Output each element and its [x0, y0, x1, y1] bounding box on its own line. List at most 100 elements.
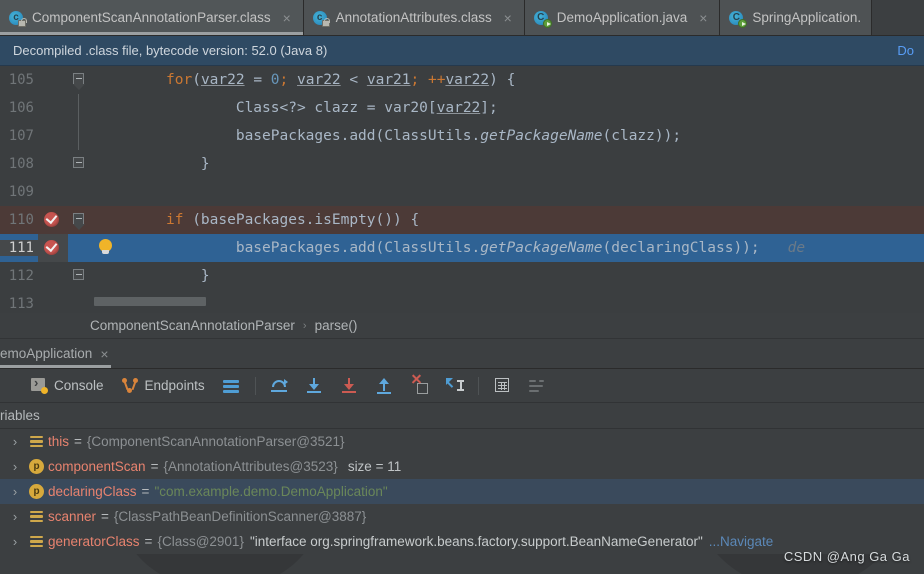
debug-session-tab[interactable]: emoApplication ×	[0, 339, 119, 368]
force-step-into-icon	[341, 377, 358, 394]
code-editor[interactable]: 105 for(var22 = 0; var22 < var21; ++var2…	[0, 66, 924, 313]
notification-message: Decompiled .class file, bytecode version…	[13, 43, 328, 58]
variable-value: {ComponentScanAnnotationParser@3521}	[86, 434, 345, 449]
evaluate-expression-button[interactable]	[485, 372, 520, 400]
variable-row[interactable]: › declaringClass = "com.example.demo.Dem…	[0, 479, 924, 504]
tab-close-icon[interactable]: ×	[502, 11, 514, 25]
equals-sign: =	[74, 434, 82, 449]
endpoints-button[interactable]: Endpoints	[113, 372, 214, 400]
frames-button[interactable]	[214, 372, 249, 400]
fold-collapse-icon[interactable]	[73, 73, 85, 90]
tab-close-icon[interactable]: ×	[697, 11, 709, 25]
breadcrumb[interactable]: ComponentScanAnnotationParser › parse()	[0, 313, 924, 339]
fold-gutter[interactable]	[68, 178, 90, 206]
intention-gutter	[90, 206, 122, 234]
intention-gutter	[90, 94, 122, 122]
variable-row[interactable]: › scanner = {ClassPathBeanDefinitionScan…	[0, 504, 924, 529]
editor-tab-label: SpringApplication.	[752, 10, 862, 25]
breakpoint-gutter[interactable]	[38, 150, 68, 178]
breakpoint-gutter[interactable]	[38, 178, 68, 206]
step-over-button[interactable]	[262, 372, 297, 400]
fold-gutter[interactable]	[68, 262, 90, 290]
code-line-111[interactable]: 111 basePackages.add(ClassUtils.getPacka…	[0, 234, 924, 262]
chevron-right-icon[interactable]: ›	[4, 434, 26, 449]
code-line-105[interactable]: 105 for(var22 = 0; var22 < var21; ++var2…	[0, 66, 924, 94]
breakpoint-gutter[interactable]	[38, 206, 68, 234]
run-to-cursor-button[interactable]	[437, 372, 472, 400]
variables-list[interactable]: › this = {ComponentScanAnnotationParser@…	[0, 429, 924, 554]
editor-tab-0[interactable]: ComponentScanAnnotationParser.class ×	[0, 0, 304, 35]
line-number: 107	[8, 128, 34, 144]
fold-gutter[interactable]	[68, 234, 90, 262]
code-line-112[interactable]: 112 }	[0, 262, 924, 290]
chevron-right-icon[interactable]: ›	[4, 534, 26, 549]
navigate-link[interactable]: ...Navigate	[709, 534, 774, 549]
code-line-text: basePackages.add(ClassUtils.getPackageNa…	[166, 128, 682, 144]
line-number: 105	[8, 72, 34, 88]
breakpoint-verified-icon[interactable]	[44, 211, 59, 227]
fold-gutter[interactable]	[68, 206, 90, 234]
code-line-113[interactable]: 113	[0, 290, 924, 313]
code-line-110[interactable]: 110 if (basePackages.isEmpty()) {	[0, 206, 924, 234]
step-into-button[interactable]	[297, 372, 332, 400]
code-line-108[interactable]: 108 }	[0, 150, 924, 178]
editor-tab-3[interactable]: SpringApplication.	[720, 0, 873, 35]
breakpoint-gutter[interactable]	[38, 122, 68, 150]
chevron-right-icon[interactable]: ›	[4, 484, 26, 499]
code-line-109[interactable]: 109	[0, 178, 924, 206]
code-line-107[interactable]: 107 basePackages.add(ClassUtils.getPacka…	[0, 122, 924, 150]
code-line-106[interactable]: 106 Class<?> clazz = var20[var22];	[0, 94, 924, 122]
fold-end-icon[interactable]	[73, 157, 84, 168]
fold-gutter[interactable]	[68, 122, 90, 150]
step-over-icon	[270, 377, 288, 394]
variable-row[interactable]: › this = {ComponentScanAnnotationParser@…	[0, 429, 924, 454]
code-line-text: Class<?> clazz = var20[var22];	[166, 100, 498, 116]
fold-gutter[interactable]	[68, 290, 90, 313]
variable-name: declaringClass	[48, 484, 137, 499]
intention-gutter	[90, 122, 122, 150]
breadcrumb-class[interactable]: ComponentScanAnnotationParser	[90, 318, 295, 333]
equals-sign: =	[101, 509, 109, 524]
mute-breakpoints-icon	[528, 377, 546, 394]
breakpoint-gutter[interactable]	[38, 262, 68, 290]
intention-gutter	[90, 150, 122, 178]
fold-collapse-icon[interactable]	[73, 213, 85, 230]
fold-gutter[interactable]	[68, 150, 90, 178]
console-button[interactable]: Console	[22, 372, 113, 400]
drop-frame-button[interactable]	[402, 372, 437, 400]
download-sources-link[interactable]: Do	[897, 43, 914, 58]
horizontal-scrollbar-thumb[interactable]	[94, 297, 206, 306]
chevron-right-icon[interactable]: ›	[4, 459, 26, 474]
editor-tab-1[interactable]: AnnotationAttributes.class ×	[303, 0, 525, 35]
breakpoint-verified-icon[interactable]	[44, 239, 59, 255]
toolbar-separator	[477, 376, 479, 395]
chevron-right-icon[interactable]: ›	[4, 509, 26, 524]
variable-value: {ClassPathBeanDefinitionScanner@3887}	[113, 509, 367, 524]
breadcrumb-method[interactable]: parse()	[315, 318, 358, 333]
force-step-into-button[interactable]	[332, 372, 367, 400]
decompiled-notification-bar: Decompiled .class file, bytecode version…	[0, 36, 924, 66]
fold-gutter[interactable]	[68, 94, 90, 122]
code-line-text: for(var22 = 0; var22 < var21; ++var22) {	[166, 72, 516, 88]
close-icon[interactable]: ×	[100, 346, 108, 362]
mute-breakpoints-button[interactable]	[520, 372, 555, 400]
breakpoint-gutter[interactable]	[38, 66, 68, 94]
editor-tab-2[interactable]: DemoApplication.java ×	[524, 0, 721, 35]
breadcrumb-separator-icon: ›	[302, 319, 307, 332]
endpoints-button-label: Endpoints	[144, 378, 205, 393]
console-icon	[31, 375, 48, 394]
step-out-button[interactable]	[367, 372, 402, 400]
lightbulb-icon[interactable]	[99, 239, 112, 254]
breakpoint-gutter[interactable]	[38, 94, 68, 122]
code-line-text: }	[166, 268, 210, 284]
intention-gutter[interactable]	[90, 234, 122, 262]
variable-row[interactable]: › componentScan = {AnnotationAttributes@…	[0, 454, 924, 479]
variables-title: riables	[0, 408, 40, 423]
primitive-node-icon	[26, 483, 48, 500]
breakpoint-gutter[interactable]	[38, 234, 68, 262]
step-into-icon	[306, 377, 323, 394]
tab-close-icon[interactable]: ×	[281, 11, 293, 25]
breakpoint-gutter[interactable]	[38, 290, 68, 313]
fold-gutter[interactable]	[68, 66, 90, 94]
fold-end-icon[interactable]	[73, 269, 84, 280]
